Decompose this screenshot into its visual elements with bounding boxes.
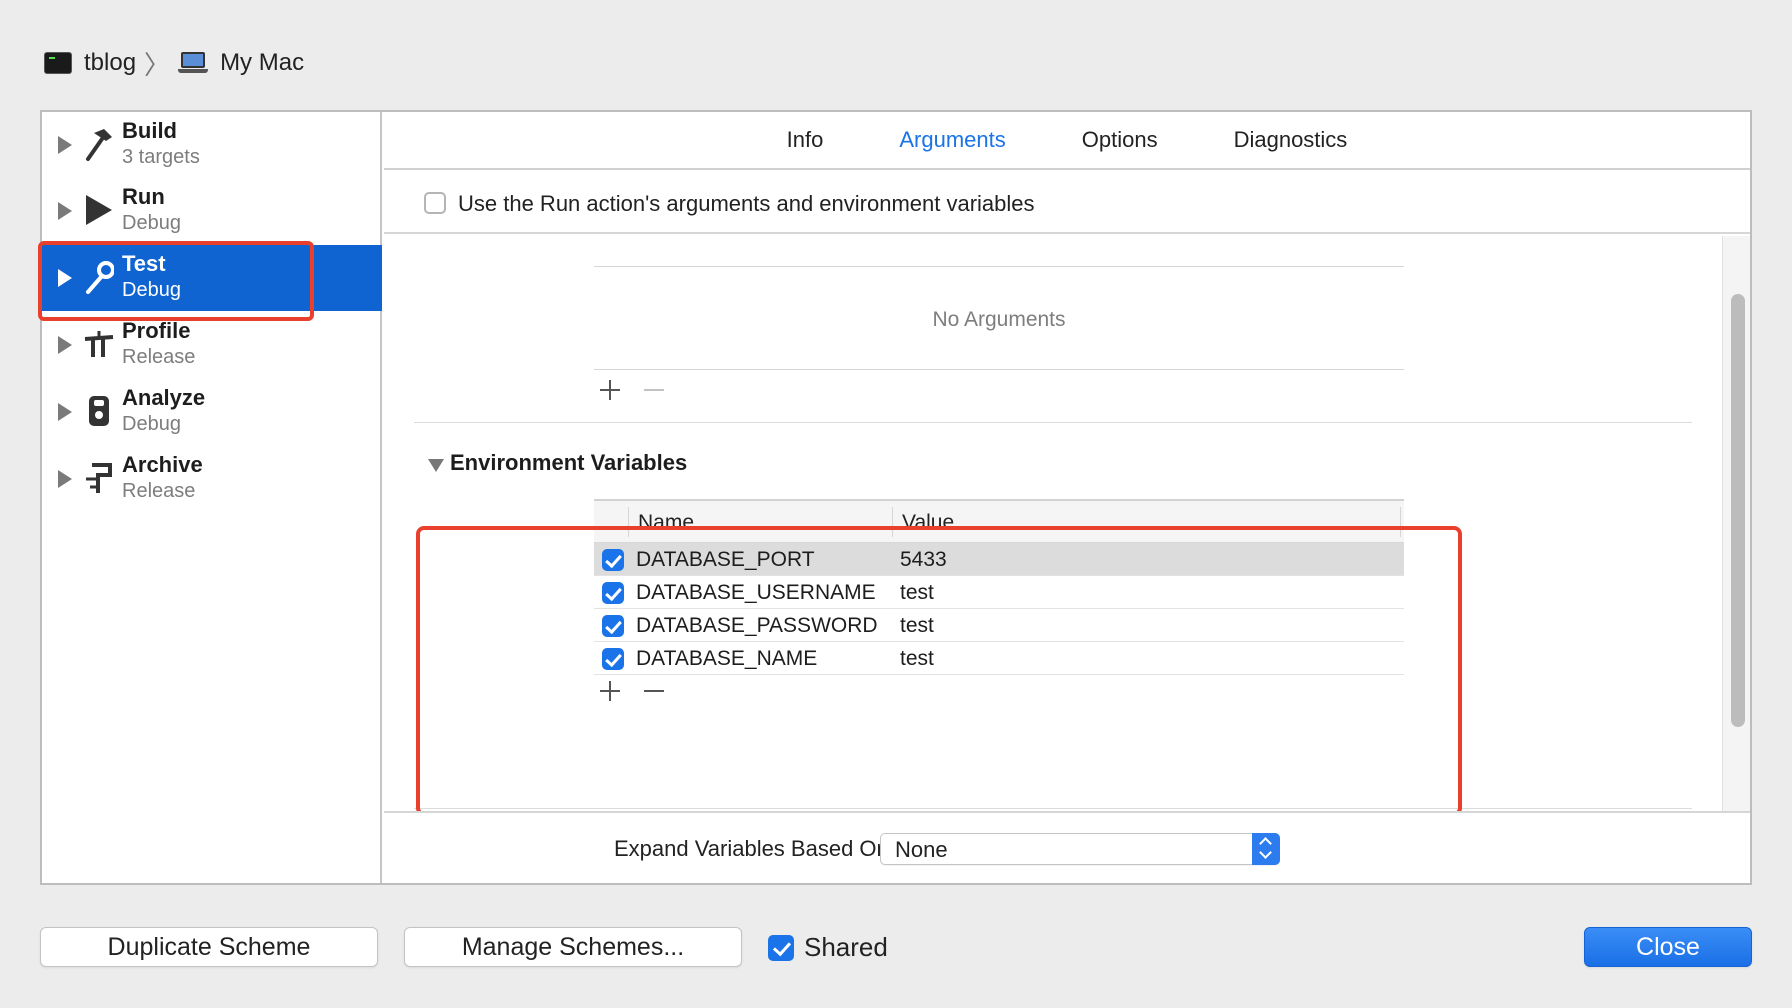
arguments-list[interactable]: No Arguments xyxy=(594,266,1404,370)
disclosure-triangle-icon[interactable] xyxy=(58,202,72,220)
disclosure-triangle-icon[interactable] xyxy=(58,470,72,488)
tab-bar: Info Arguments Options Diagnostics xyxy=(384,112,1750,170)
scheme-editor-window: tblog 〉 My Mac Build 3 targets Run Debug xyxy=(0,0,1792,1008)
expand-variables-label: Expand Variables Based On xyxy=(614,836,889,861)
sidebar-item-run[interactable]: Run Debug xyxy=(42,178,382,244)
highlight-annotation-env xyxy=(416,526,1462,811)
section-divider xyxy=(414,422,1692,423)
terminal-app-icon xyxy=(44,52,72,74)
popup-value: None xyxy=(895,837,948,862)
expand-variables-popup[interactable]: None xyxy=(880,833,1280,865)
sidebar-item-archive[interactable]: Archive Release xyxy=(42,446,382,512)
up-down-chevron-icon xyxy=(1252,833,1280,865)
sidebar-item-title: Archive xyxy=(122,452,203,477)
sidebar-item-analyze[interactable]: Analyze Debug xyxy=(42,379,382,445)
disclosure-triangle-icon[interactable] xyxy=(58,336,72,354)
breadcrumb-destination[interactable]: My Mac xyxy=(220,49,304,77)
tab-options[interactable]: Options xyxy=(1082,127,1158,153)
play-icon xyxy=(82,190,116,230)
shared-checkbox[interactable] xyxy=(768,934,794,961)
environment-variables-heading[interactable]: Environment Variables xyxy=(430,450,687,476)
sidebar-item-title: Analyze xyxy=(122,385,206,410)
sidebar-item-subtitle: Release xyxy=(122,346,196,368)
breadcrumb-project[interactable]: tblog xyxy=(84,49,136,77)
disclosure-triangle-icon[interactable] xyxy=(58,403,72,421)
action-sidebar: Build 3 targets Run Debug Test Debug Pro… xyxy=(38,112,382,883)
highlight-annotation-test xyxy=(38,241,314,321)
instruments-icon xyxy=(82,324,116,364)
remove-argument-button[interactable] xyxy=(640,376,668,404)
shared-toggle[interactable]: Shared xyxy=(768,932,888,963)
arguments-add-remove xyxy=(596,375,684,405)
duplicate-scheme-button[interactable]: Duplicate Scheme xyxy=(40,927,378,967)
scrollbar-thumb[interactable] xyxy=(1731,294,1745,727)
disclosure-triangle-icon[interactable] xyxy=(58,136,72,154)
use-run-action-checkbox[interactable] xyxy=(424,192,446,214)
sidebar-item-subtitle: 3 targets xyxy=(122,146,200,168)
tab-arguments[interactable]: Arguments xyxy=(899,127,1005,153)
scheme-content: Info Arguments Options Diagnostics Use t… xyxy=(384,112,1750,883)
shared-label: Shared xyxy=(804,932,888,962)
tab-diagnostics[interactable]: Diagnostics xyxy=(1234,127,1348,153)
sidebar-item-subtitle: Debug xyxy=(122,413,181,435)
expand-variables-bar: Expand Variables Based On None xyxy=(384,811,1750,883)
environment-variables-title: Environment Variables xyxy=(450,450,688,475)
tab-info[interactable]: Info xyxy=(787,127,824,153)
use-run-action-row: Use the Run action's arguments and envir… xyxy=(384,170,1750,234)
chevron-right-icon: 〉 xyxy=(144,49,171,80)
sidebar-item-title: Profile xyxy=(122,318,191,343)
sidebar-item-title: Run xyxy=(122,184,165,209)
archive-icon xyxy=(82,458,116,498)
arguments-scroll-area: No Arguments Environment Variables Name … xyxy=(384,236,1722,811)
no-arguments-label: No Arguments xyxy=(932,308,1066,331)
sidebar-item-subtitle: Debug xyxy=(122,212,181,234)
laptop-icon xyxy=(178,52,209,74)
sidebar-item-profile[interactable]: Profile Release xyxy=(42,312,382,378)
use-run-action-label: Use the Run action's arguments and envir… xyxy=(458,191,1035,216)
add-argument-button[interactable] xyxy=(596,376,624,404)
manage-schemes-button[interactable]: Manage Schemes... xyxy=(404,927,742,967)
sidebar-item-build[interactable]: Build 3 targets xyxy=(42,112,382,178)
close-button[interactable]: Close xyxy=(1584,927,1752,967)
sidebar-item-title: Build xyxy=(122,118,177,143)
vertical-scrollbar[interactable] xyxy=(1722,236,1750,811)
sidebar-item-subtitle: Release xyxy=(122,480,196,502)
breadcrumb: tblog 〉 My Mac xyxy=(44,46,304,80)
analyze-icon xyxy=(82,391,116,431)
hammer-icon xyxy=(82,124,116,164)
scheme-editor-panel: Build 3 targets Run Debug Test Debug Pro… xyxy=(38,110,1752,885)
